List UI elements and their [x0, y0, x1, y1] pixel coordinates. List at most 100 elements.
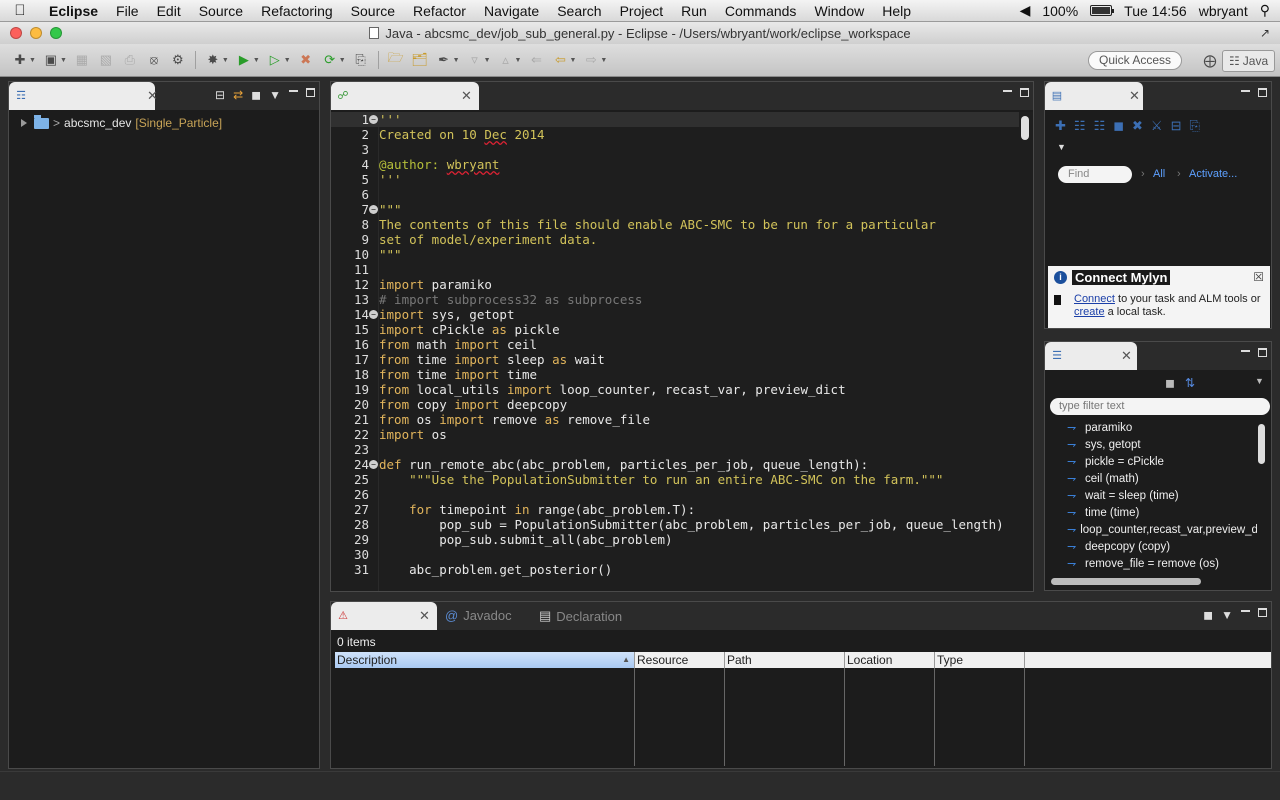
- menu-search[interactable]: Search: [548, 3, 610, 19]
- hide-completed-icon[interactable]: ✖: [1132, 118, 1143, 134]
- outline-item[interactable]: ⇁ time (time): [1067, 505, 1257, 522]
- outline-filter-input[interactable]: type filter text: [1050, 398, 1270, 415]
- outline-item[interactable]: ⇁ paramiko: [1067, 420, 1257, 437]
- open-type-icon[interactable]: ⎘: [352, 51, 370, 69]
- focus-active-task-icon[interactable]: ◼: [1165, 376, 1175, 390]
- menu-app[interactable]: Eclipse: [40, 3, 107, 19]
- menu-file[interactable]: File: [107, 3, 148, 19]
- menu-source[interactable]: Source: [190, 3, 252, 19]
- javadoc-tab[interactable]: @ Javadoc: [445, 608, 512, 623]
- save-all-icon[interactable]: ▧: [97, 51, 115, 69]
- menu-source-2[interactable]: Source: [342, 3, 404, 19]
- menu-help[interactable]: Help: [873, 3, 920, 19]
- fold-toggle-icon[interactable]: −: [369, 115, 378, 124]
- outline-maximize-icon[interactable]: [1258, 348, 1267, 357]
- build-icon[interactable]: ✖: [297, 51, 315, 69]
- next-annotation-icon[interactable]: ▿: [466, 51, 484, 69]
- declaration-tab[interactable]: ▤ Declaration: [539, 608, 622, 624]
- menu-navigate[interactable]: Navigate: [475, 3, 548, 19]
- column-path[interactable]: Path: [725, 652, 845, 668]
- new-class-icon[interactable]: ▣: [42, 51, 60, 69]
- problems-tab[interactable]: ⚠ ✕: [331, 602, 437, 630]
- fullscreen-icon[interactable]: ↗: [1260, 26, 1280, 40]
- outline-item[interactable]: ⇁ pickle = cPickle: [1067, 454, 1257, 471]
- open-resource-icon[interactable]: 🗂: [411, 51, 429, 69]
- view-menu-icon[interactable]: ▼: [269, 88, 281, 102]
- menu-commands[interactable]: Commands: [716, 3, 806, 19]
- focus-workweek-icon[interactable]: ◼: [1113, 118, 1124, 134]
- outline-item[interactable]: ⇁ wait = sleep (time): [1067, 488, 1257, 505]
- menu-project[interactable]: Project: [611, 3, 673, 19]
- search-tool-icon[interactable]: ✒: [435, 51, 453, 69]
- outline-close-icon[interactable]: ✕: [1121, 348, 1132, 364]
- nav-back-icon[interactable]: ⇦: [551, 51, 569, 69]
- outline-item[interactable]: ⇁ remove_file = remove (os): [1067, 556, 1257, 573]
- task-find-input[interactable]: Find: [1058, 166, 1132, 183]
- skip-breakpoints-icon[interactable]: ⚙: [169, 51, 187, 69]
- task-list-tab[interactable]: ▤ ✕: [1045, 82, 1143, 110]
- problems-focus-icon[interactable]: ◼: [1203, 608, 1213, 622]
- connect-link[interactable]: Connect: [1074, 293, 1115, 305]
- user-name[interactable]: wbryant: [1199, 3, 1248, 19]
- editor-minimize-icon[interactable]: [1003, 90, 1012, 99]
- volume-icon[interactable]: ◀: [1020, 2, 1031, 19]
- package-explorer-close-icon[interactable]: ✕: [147, 88, 158, 104]
- expand-triangle-icon[interactable]: [21, 119, 27, 127]
- java-perspective-button[interactable]: ☷ Java: [1222, 50, 1276, 72]
- problems-minimize-icon[interactable]: [1241, 610, 1250, 619]
- nav-forward-icon[interactable]: ⇨: [582, 51, 600, 69]
- editor-scrollbar[interactable]: [1021, 116, 1029, 140]
- new-task-icon[interactable]: ✚: [1055, 118, 1066, 134]
- prev-annotation-icon[interactable]: ▵: [497, 51, 515, 69]
- presentation-icon[interactable]: ⎘: [1189, 118, 1199, 134]
- new-icon[interactable]: ✚: [11, 51, 29, 69]
- outline-item[interactable]: ⇁ deepcopy (copy): [1067, 539, 1257, 556]
- apple-icon[interactable]: : [0, 2, 40, 19]
- editor-tab-close-icon[interactable]: ✕: [461, 88, 472, 104]
- mylyn-close-icon[interactable]: ☒: [1253, 270, 1264, 284]
- focus-task-icon[interactable]: ◼: [251, 88, 261, 102]
- problems-view-menu-icon[interactable]: ▼: [1221, 608, 1233, 622]
- fold-toggle-icon[interactable]: −: [369, 310, 378, 319]
- menu-refactor[interactable]: Refactor: [404, 3, 475, 19]
- back-icon[interactable]: ⇐: [527, 51, 545, 69]
- task-view-menu-icon[interactable]: ▼: [1057, 142, 1066, 152]
- fold-toggle-icon[interactable]: −: [369, 460, 378, 469]
- open-folder-icon[interactable]: 🗁: [387, 50, 405, 69]
- problems-maximize-icon[interactable]: [1258, 608, 1267, 617]
- menu-refactoring[interactable]: Refactoring: [252, 3, 342, 19]
- minimize-icon[interactable]: [289, 90, 298, 99]
- outline-tab[interactable]: ☰ ✕: [1045, 342, 1137, 370]
- maximize-icon[interactable]: [306, 88, 315, 97]
- outline-horizontal-scrollbar[interactable]: [1051, 578, 1201, 585]
- window-zoom-button[interactable]: [50, 27, 62, 39]
- collapse-tasks-icon[interactable]: ⊟: [1171, 118, 1182, 134]
- clock[interactable]: Tue 14:56: [1124, 3, 1187, 19]
- create-link[interactable]: create: [1074, 306, 1105, 318]
- outline-item[interactable]: ⇁ ceil (math): [1067, 471, 1257, 488]
- problems-close-icon[interactable]: ✕: [419, 608, 430, 624]
- battery-icon[interactable]: [1090, 5, 1115, 16]
- outline-minimize-icon[interactable]: [1241, 350, 1250, 359]
- categorized-icon[interactable]: ☷: [1074, 118, 1086, 134]
- column-resource[interactable]: Resource: [635, 652, 725, 668]
- fold-toggle-icon[interactable]: −: [369, 205, 378, 214]
- save-icon[interactable]: ▦: [73, 51, 91, 69]
- run-icon[interactable]: ▶: [235, 51, 253, 69]
- outline-view-menu-icon[interactable]: ▼: [1255, 376, 1264, 390]
- menu-edit[interactable]: Edit: [148, 3, 190, 19]
- link-editor-icon[interactable]: ⇄: [233, 88, 243, 102]
- window-close-button[interactable]: [10, 27, 22, 39]
- sort-icon[interactable]: ⇅: [1185, 376, 1195, 390]
- project-tree-item[interactable]: > abcsmc_dev [Single_Particle]: [21, 114, 319, 130]
- task-minimize-icon[interactable]: [1241, 90, 1250, 99]
- window-minimize-button[interactable]: [30, 27, 42, 39]
- print-icon[interactable]: ⎙: [121, 51, 139, 69]
- open-perspective-icon[interactable]: ⨁: [1201, 52, 1219, 70]
- code-editor[interactable]: 1− ''' 2 Created on 10 Dec 2014 3 4 @author: w…: [331, 112, 1033, 591]
- spotlight-icon[interactable]: ⚲: [1260, 2, 1270, 19]
- menu-window[interactable]: Window: [805, 3, 873, 19]
- outline-scrollbar[interactable]: [1258, 424, 1265, 464]
- column-location[interactable]: Location: [845, 652, 935, 668]
- tasks-activate-link[interactable]: Activate...: [1189, 168, 1237, 180]
